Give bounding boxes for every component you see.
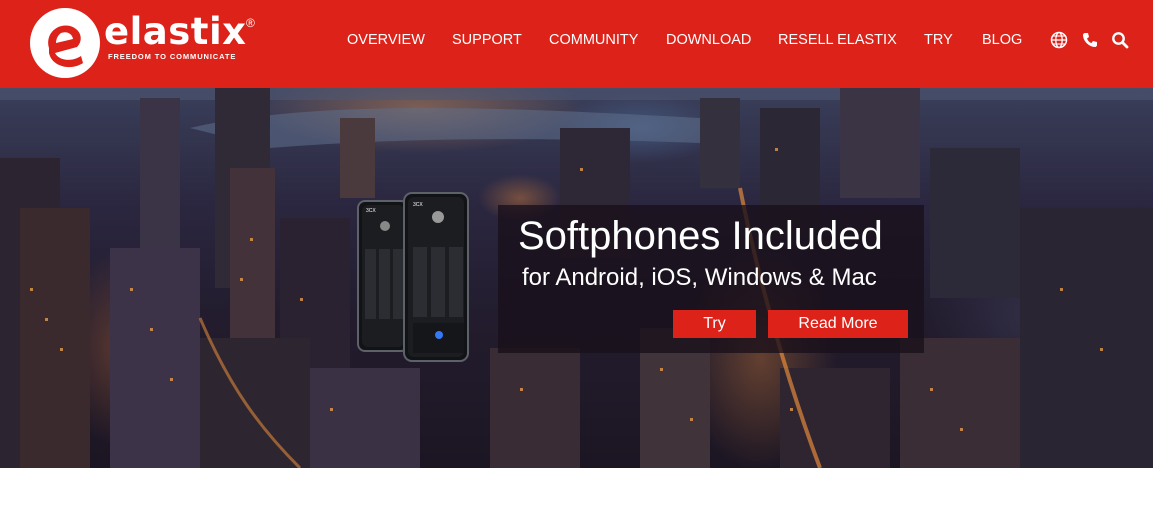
phone-mockup-back: 3CX [357, 200, 409, 352]
nav-try[interactable]: TRY [924, 31, 953, 49]
contact-avatar [432, 211, 444, 223]
phone-screen-back: 3CX [362, 205, 404, 347]
call-controls [413, 323, 464, 353]
page-content-area [0, 468, 1153, 509]
call-button-icon [435, 331, 443, 339]
registered-mark: ® [246, 16, 255, 30]
nav-overview[interactable]: OVERVIEW [347, 31, 425, 49]
read-more-button[interactable]: Read More [768, 310, 908, 338]
nav-resell-elastix[interactable]: RESELL ELASTIX [778, 31, 897, 49]
dial-pad [413, 247, 464, 317]
phone-mockup-front: 3CX [403, 192, 469, 362]
nav-community[interactable]: COMMUNITY [549, 31, 638, 49]
phone-icon[interactable] [1080, 30, 1100, 50]
brand-tagline: FREEDOM TO COMMUNICATE [108, 52, 237, 61]
elastix-logo-icon [30, 8, 100, 78]
phone-screen-front: 3CX [408, 197, 464, 357]
hero-title: Softphones Included [518, 214, 883, 258]
globe-icon[interactable] [1049, 30, 1069, 50]
phone-app-brand: 3CX [366, 208, 376, 214]
nav-blog[interactable]: BLOG [982, 31, 1022, 49]
hero-subtitle: for Android, iOS, Windows & Mac [522, 264, 877, 291]
nav-support[interactable]: SUPPORT [452, 31, 522, 49]
phone-app-brand: 3CX [413, 202, 423, 208]
nav-download[interactable]: DOWNLOAD [666, 31, 751, 49]
dial-pad [365, 249, 404, 319]
site-header: elastix ® FREEDOM TO COMMUNICATE OVERVIE… [0, 0, 1153, 88]
brand-name: elastix [104, 10, 247, 53]
promo-panel: Softphones Included for Android, iOS, Wi… [498, 205, 924, 353]
search-icon[interactable] [1110, 30, 1130, 50]
logo[interactable]: elastix ® FREEDOM TO COMMUNICATE [28, 6, 268, 80]
try-button[interactable]: Try [673, 310, 756, 338]
contact-avatar [380, 221, 390, 231]
hero-banner: 3CX 3CX Softphones Included for Android,… [0, 88, 1153, 468]
